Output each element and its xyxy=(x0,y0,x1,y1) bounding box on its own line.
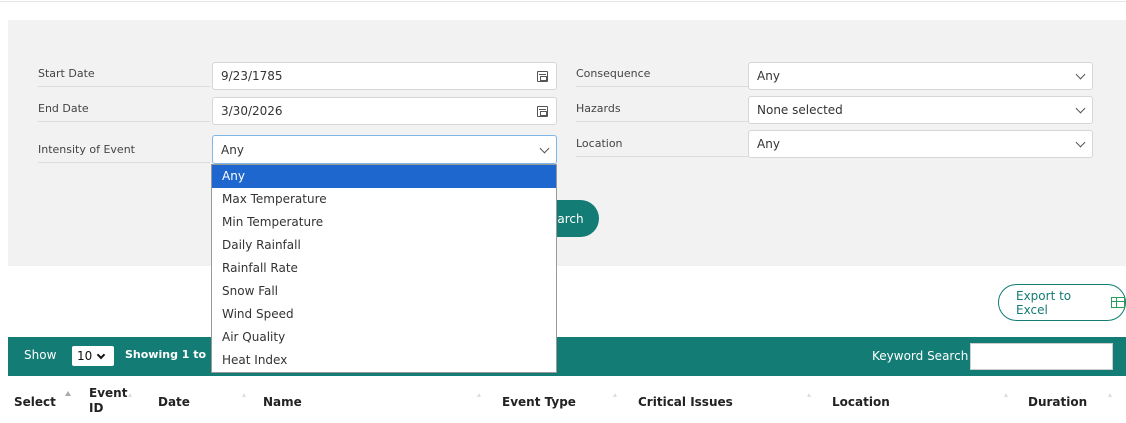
page-size-select[interactable]: 10 xyxy=(72,346,114,366)
location-label: Location xyxy=(576,137,748,157)
sort-icon[interactable] xyxy=(242,393,246,397)
intensity-select[interactable]: Any xyxy=(212,135,557,164)
column-header-location[interactable]: Location xyxy=(832,395,890,409)
dropdown-option-min-temperature[interactable]: Min Temperature xyxy=(212,211,556,234)
consequence-select[interactable]: Any xyxy=(748,62,1093,90)
dropdown-option-heat-index[interactable]: Heat Index xyxy=(212,349,556,372)
start-date-input[interactable]: 9/23/1785 xyxy=(212,62,557,90)
chevron-down-icon xyxy=(97,350,106,359)
consequence-value: Any xyxy=(757,69,780,83)
hazards-label: Hazards xyxy=(576,102,748,122)
intensity-label: Intensity of Event xyxy=(38,143,210,163)
hazards-select[interactable]: None selected xyxy=(748,96,1093,124)
calendar-icon[interactable] xyxy=(537,105,548,117)
dropdown-option-air-quality[interactable]: Air Quality xyxy=(212,326,556,349)
dropdown-option-max-temperature[interactable]: Max Temperature xyxy=(212,188,556,211)
intensity-dropdown-list: Any Max Temperature Min Temperature Dail… xyxy=(211,164,557,373)
dropdown-option-any[interactable]: Any xyxy=(212,165,556,188)
dropdown-option-wind-speed[interactable]: Wind Speed xyxy=(212,303,556,326)
sort-icon[interactable] xyxy=(477,393,481,397)
sort-asc-icon[interactable] xyxy=(65,391,71,396)
showing-entries-text: Showing 1 to 10 of xyxy=(125,348,211,361)
end-date-input[interactable]: 3/30/2026 xyxy=(212,97,557,125)
dropdown-option-snow-fall[interactable]: Snow Fall xyxy=(212,280,556,303)
calendar-icon[interactable] xyxy=(537,70,548,82)
chevron-down-icon xyxy=(1075,137,1086,148)
column-header-name[interactable]: Name xyxy=(263,395,302,409)
column-header-event-type[interactable]: Event Type xyxy=(502,395,576,409)
location-value: Any xyxy=(757,137,780,151)
sort-icon[interactable] xyxy=(1004,393,1008,397)
hazards-value: None selected xyxy=(757,103,843,117)
table-toolbar: Show 10 Showing 1 to 10 of Keyword Searc… xyxy=(8,337,1126,376)
top-divider xyxy=(0,0,1126,2)
intensity-value: Any xyxy=(221,142,244,157)
column-header-date[interactable]: Date xyxy=(158,395,190,409)
column-header-critical-issues[interactable]: Critical Issues xyxy=(638,395,733,409)
export-to-excel-button[interactable]: Export to Excel xyxy=(998,284,1126,321)
dropdown-option-daily-rainfall[interactable]: Daily Rainfall xyxy=(212,234,556,257)
spreadsheet-icon xyxy=(1111,297,1125,308)
sort-icon[interactable] xyxy=(807,393,811,397)
column-header-duration[interactable]: Duration xyxy=(1028,395,1087,409)
end-date-value: 3/30/2026 xyxy=(221,104,283,118)
chevron-down-icon xyxy=(539,143,550,153)
event-id-label-line2: ID xyxy=(89,401,104,415)
sort-icon[interactable] xyxy=(1108,393,1112,397)
start-date-label: Start Date xyxy=(38,67,210,87)
chevron-down-icon xyxy=(1075,103,1086,114)
keyword-search-label: Keyword Search xyxy=(872,349,969,363)
page-size-value: 10 xyxy=(77,349,93,363)
consequence-label: Consequence xyxy=(576,67,748,87)
event-id-label-line1: Event xyxy=(89,386,128,400)
keyword-search-input[interactable] xyxy=(970,343,1113,370)
export-label: Export to Excel xyxy=(1016,288,1072,317)
show-label: Show xyxy=(24,348,57,362)
chevron-down-icon xyxy=(1075,69,1086,80)
dropdown-option-rainfall-rate[interactable]: Rainfall Rate xyxy=(212,257,556,280)
column-header-select[interactable]: Select xyxy=(14,395,56,409)
sort-icon[interactable] xyxy=(613,393,617,397)
location-select[interactable]: Any xyxy=(748,130,1093,158)
end-date-label: End Date xyxy=(38,102,210,122)
sort-icon[interactable] xyxy=(128,393,132,397)
start-date-value: 9/23/1785 xyxy=(221,69,283,83)
column-header-event-id[interactable]: Event ID xyxy=(89,386,127,416)
